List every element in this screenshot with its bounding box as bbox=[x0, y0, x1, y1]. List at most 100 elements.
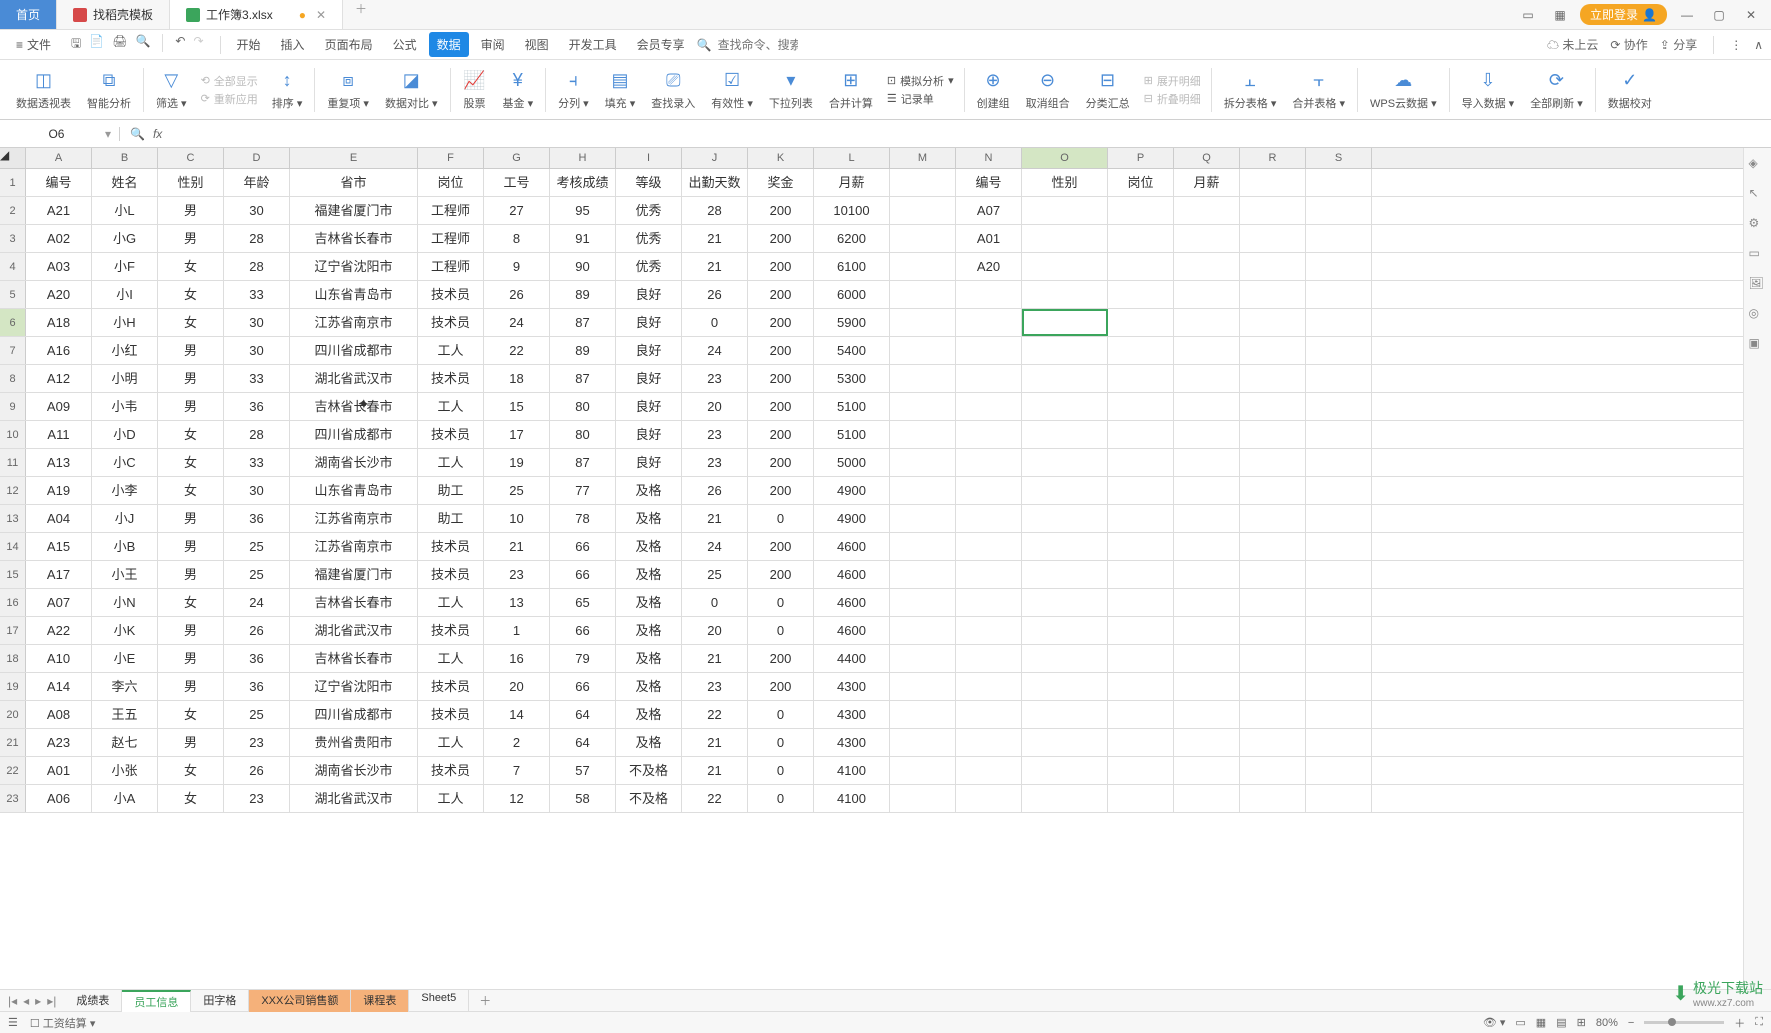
cell[interactable]: 小K bbox=[92, 617, 158, 644]
cell-header[interactable]: 编号 bbox=[26, 169, 92, 196]
cell[interactable]: 工程师 bbox=[418, 197, 484, 224]
cell[interactable]: 技术员 bbox=[418, 533, 484, 560]
cell[interactable]: 小J bbox=[92, 505, 158, 532]
cell[interactable]: 64 bbox=[550, 729, 616, 756]
cell[interactable] bbox=[1108, 505, 1174, 532]
search-input[interactable] bbox=[718, 38, 798, 52]
cell[interactable]: 20 bbox=[682, 617, 748, 644]
cell[interactable] bbox=[890, 281, 956, 308]
cell[interactable]: 23 bbox=[682, 673, 748, 700]
cell[interactable]: 36 bbox=[224, 505, 290, 532]
cell[interactable]: 36 bbox=[224, 673, 290, 700]
cell[interactable]: 200 bbox=[748, 449, 814, 476]
cell[interactable]: 男 bbox=[158, 337, 224, 364]
btn-split[interactable]: ⫞分列 ▾ bbox=[550, 69, 597, 111]
cell[interactable]: 58 bbox=[550, 785, 616, 812]
cell[interactable]: 22 bbox=[682, 701, 748, 728]
sheet-add-button[interactable]: ＋ bbox=[469, 992, 501, 1009]
cell[interactable]: 福建省厦门市 bbox=[290, 561, 418, 588]
cell[interactable]: 24 bbox=[484, 309, 550, 336]
cell[interactable] bbox=[1108, 757, 1174, 784]
cell[interactable]: 0 bbox=[748, 589, 814, 616]
cell[interactable]: 200 bbox=[748, 225, 814, 252]
cell[interactable] bbox=[956, 589, 1022, 616]
cell[interactable]: 30 bbox=[224, 309, 290, 336]
cell[interactable] bbox=[1174, 197, 1240, 224]
col-header-Q[interactable]: Q bbox=[1174, 148, 1240, 168]
cell[interactable] bbox=[1240, 673, 1306, 700]
cell[interactable]: A01 bbox=[956, 225, 1022, 252]
cell[interactable]: 5100 bbox=[814, 393, 890, 420]
sheet-prev-icon[interactable]: ◂ bbox=[23, 994, 29, 1008]
namebox[interactable]: O6▾ bbox=[0, 127, 120, 141]
cell[interactable]: 良好 bbox=[616, 393, 682, 420]
side-settings-icon[interactable]: ⚙ bbox=[1749, 216, 1767, 234]
cell[interactable]: A22 bbox=[26, 617, 92, 644]
btn-proof[interactable]: ✓数据校对 bbox=[1600, 69, 1660, 111]
btn-fund[interactable]: ¥基金 ▾ bbox=[495, 69, 542, 111]
cell-header[interactable]: 考核成绩 bbox=[550, 169, 616, 196]
cell[interactable]: 技术员 bbox=[418, 757, 484, 784]
zoom-thumb[interactable] bbox=[1668, 1018, 1676, 1026]
cell[interactable]: 小韦 bbox=[92, 393, 158, 420]
row-header[interactable]: 8 bbox=[0, 365, 26, 392]
sheet-last-icon[interactable]: ▸| bbox=[47, 994, 56, 1008]
cell[interactable]: 16 bbox=[484, 645, 550, 672]
row-header[interactable]: 2 bbox=[0, 197, 26, 224]
cell[interactable]: 23 bbox=[682, 421, 748, 448]
cell[interactable]: 200 bbox=[748, 673, 814, 700]
tab-add-button[interactable]: ＋ bbox=[343, 0, 379, 29]
side-location-icon[interactable]: ◎ bbox=[1749, 306, 1767, 324]
cell[interactable] bbox=[890, 589, 956, 616]
cell[interactable] bbox=[1240, 365, 1306, 392]
col-header-J[interactable]: J bbox=[682, 148, 748, 168]
cell-header[interactable]: 编号 bbox=[956, 169, 1022, 196]
cell[interactable]: A20 bbox=[956, 253, 1022, 280]
cell[interactable]: 不及格 bbox=[616, 785, 682, 812]
cell[interactable]: 21 bbox=[682, 757, 748, 784]
btn-merge[interactable]: ⊞合并计算 bbox=[821, 69, 881, 111]
cell[interactable] bbox=[1306, 505, 1372, 532]
cell[interactable]: 4600 bbox=[814, 533, 890, 560]
chevron-down-icon[interactable]: ▾ bbox=[105, 127, 111, 141]
cell[interactable]: 男 bbox=[158, 393, 224, 420]
col-header-E[interactable]: E bbox=[290, 148, 418, 168]
cell[interactable]: 工人 bbox=[418, 337, 484, 364]
cell[interactable]: 21 bbox=[682, 253, 748, 280]
cell[interactable]: 工人 bbox=[418, 785, 484, 812]
cell[interactable]: 25 bbox=[224, 561, 290, 588]
cell[interactable]: A04 bbox=[26, 505, 92, 532]
cell[interactable]: 男 bbox=[158, 505, 224, 532]
cell[interactable]: 0 bbox=[748, 701, 814, 728]
cell[interactable]: 66 bbox=[550, 533, 616, 560]
cell[interactable]: 80 bbox=[550, 393, 616, 420]
cell[interactable] bbox=[956, 477, 1022, 504]
cell[interactable] bbox=[1108, 617, 1174, 644]
cell[interactable]: 13 bbox=[484, 589, 550, 616]
col-header-B[interactable]: B bbox=[92, 148, 158, 168]
cell[interactable] bbox=[1022, 393, 1108, 420]
cell[interactable]: 26 bbox=[484, 281, 550, 308]
cell[interactable]: 200 bbox=[748, 533, 814, 560]
login-button[interactable]: 立即登录 👤 bbox=[1580, 4, 1667, 25]
cell[interactable]: 4600 bbox=[814, 617, 890, 644]
cell[interactable]: 0 bbox=[682, 589, 748, 616]
row-header[interactable]: 21 bbox=[0, 729, 26, 756]
cell[interactable]: 4600 bbox=[814, 589, 890, 616]
cell[interactable] bbox=[1022, 645, 1108, 672]
cell[interactable] bbox=[1174, 533, 1240, 560]
cell[interactable]: 工程师 bbox=[418, 225, 484, 252]
cell[interactable]: 4900 bbox=[814, 477, 890, 504]
cell[interactable]: 200 bbox=[748, 393, 814, 420]
cell[interactable] bbox=[956, 701, 1022, 728]
col-header-K[interactable]: K bbox=[748, 148, 814, 168]
cell[interactable] bbox=[1108, 589, 1174, 616]
cell[interactable] bbox=[1108, 449, 1174, 476]
cell[interactable]: 及格 bbox=[616, 729, 682, 756]
cell[interactable]: 小F bbox=[92, 253, 158, 280]
cell[interactable] bbox=[1240, 197, 1306, 224]
cell[interactable] bbox=[1174, 701, 1240, 728]
cell[interactable]: 95 bbox=[550, 197, 616, 224]
cell[interactable]: A07 bbox=[26, 589, 92, 616]
cell[interactable]: 6200 bbox=[814, 225, 890, 252]
